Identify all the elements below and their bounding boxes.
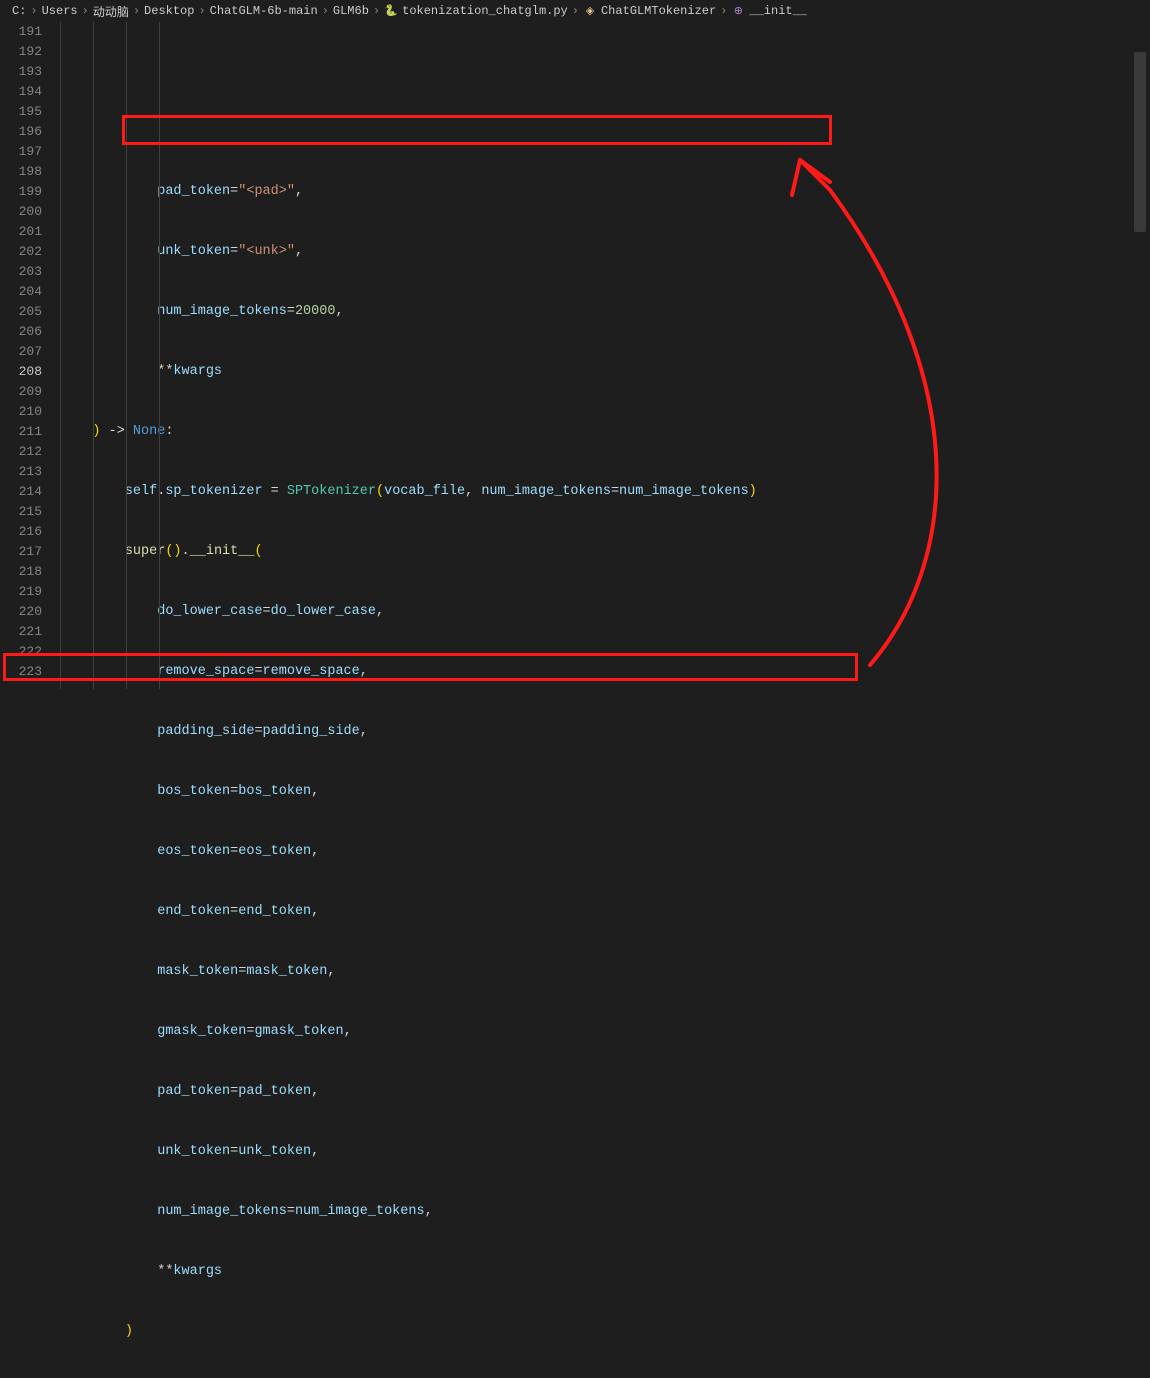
code-line[interactable]: unk_token="<unk>", xyxy=(60,242,1150,262)
crumb-proj[interactable]: ChatGLM-6b-main xyxy=(210,4,318,18)
line-number: 201 xyxy=(0,222,42,242)
crumb-desktop[interactable]: Desktop xyxy=(144,4,194,18)
code-line[interactable]: ) xyxy=(60,1322,1150,1342)
line-number: 193 xyxy=(0,62,42,82)
line-number: 215 xyxy=(0,502,42,522)
code-line[interactable]: gmask_token=gmask_token, xyxy=(60,1022,1150,1042)
code-editor[interactable]: 1911921931941951961971981992002012022032… xyxy=(0,22,1150,689)
line-number: 217 xyxy=(0,542,42,562)
line-number: 216 xyxy=(0,522,42,542)
line-number-gutter: 1911921931941951961971981992002012022032… xyxy=(0,22,60,689)
code-line[interactable]: mask_token=mask_token, xyxy=(60,962,1150,982)
indent-guide xyxy=(159,22,160,689)
line-number: 218 xyxy=(0,562,42,582)
line-number: 205 xyxy=(0,302,42,322)
code-line[interactable]: bos_token=bos_token, xyxy=(60,782,1150,802)
line-number: 207 xyxy=(0,342,42,362)
line-number: 200 xyxy=(0,202,42,222)
code-line[interactable]: pad_token="<pad>", xyxy=(60,182,1150,202)
chevron-right-icon: › xyxy=(133,4,140,18)
line-number: 210 xyxy=(0,402,42,422)
code-area[interactable]: pad_token="<pad>", unk_token="<unk>", nu… xyxy=(60,22,1150,689)
code-line[interactable]: pad_token=pad_token, xyxy=(60,1082,1150,1102)
line-number: 223 xyxy=(0,662,42,682)
class-icon: ◈ xyxy=(583,4,597,18)
line-number: 203 xyxy=(0,262,42,282)
chevron-right-icon: › xyxy=(720,4,727,18)
code-line[interactable]: eos_token=eos_token, xyxy=(60,842,1150,862)
crumb-users[interactable]: Users xyxy=(42,4,78,18)
line-number: 209 xyxy=(0,382,42,402)
line-number: 204 xyxy=(0,282,42,302)
crumb-drive[interactable]: C: xyxy=(12,4,26,18)
line-number: 196 xyxy=(0,122,42,142)
code-line[interactable]: self.sp_tokenizer = SPTokenizer(vocab_fi… xyxy=(60,482,1150,502)
chevron-right-icon: › xyxy=(198,4,205,18)
chevron-right-icon: › xyxy=(82,4,89,18)
vertical-scrollbar[interactable] xyxy=(1134,52,1146,232)
chevron-right-icon: › xyxy=(322,4,329,18)
crumb-file[interactable]: tokenization_chatglm.py xyxy=(402,4,568,18)
line-number: 191 xyxy=(0,22,42,42)
line-number: 199 xyxy=(0,182,42,202)
code-line[interactable]: do_lower_case=do_lower_case, xyxy=(60,602,1150,622)
indent-guide xyxy=(126,22,127,689)
line-number: 194 xyxy=(0,82,42,102)
code-line[interactable]: **kwargs xyxy=(60,1262,1150,1282)
chevron-right-icon: › xyxy=(572,4,579,18)
line-number: 206 xyxy=(0,322,42,342)
code-line[interactable]: remove_space=remove_space, xyxy=(60,662,1150,682)
line-number: 198 xyxy=(0,162,42,182)
line-number: 220 xyxy=(0,602,42,622)
line-number: 195 xyxy=(0,102,42,122)
code-line[interactable]: num_image_tokens=20000, xyxy=(60,302,1150,322)
line-number: 211 xyxy=(0,422,42,442)
line-number: 222 xyxy=(0,642,42,662)
line-number: 192 xyxy=(0,42,42,62)
code-line[interactable]: end_token=end_token, xyxy=(60,902,1150,922)
line-number: 219 xyxy=(0,582,42,602)
code-line[interactable]: padding_side=padding_side, xyxy=(60,722,1150,742)
crumb-fn[interactable]: __init__ xyxy=(749,4,807,18)
line-number: 214 xyxy=(0,482,42,502)
line-number: 212 xyxy=(0,442,42,462)
breadcrumb[interactable]: C: › Users › 动动脑 › Desktop › ChatGLM-6b-main… xyxy=(0,0,1150,22)
chevron-right-icon: › xyxy=(30,4,37,18)
line-number: 208 xyxy=(0,362,42,382)
code-line[interactable]: num_image_tokens=num_image_tokens, xyxy=(60,1202,1150,1222)
indent-guide xyxy=(93,22,94,689)
chevron-right-icon: › xyxy=(373,4,380,18)
indent-guide xyxy=(60,22,61,689)
python-file-icon: 🐍 xyxy=(384,4,398,18)
code-line[interactable]: super().__init__( xyxy=(60,542,1150,562)
line-number: 213 xyxy=(0,462,42,482)
crumb-folder[interactable]: GLM6b xyxy=(333,4,369,18)
crumb-user[interactable]: 动动脑 xyxy=(93,3,129,20)
line-number: 202 xyxy=(0,242,42,262)
line-number: 221 xyxy=(0,622,42,642)
code-line[interactable]: ) -> None: xyxy=(60,422,1150,442)
crumb-class[interactable]: ChatGLMTokenizer xyxy=(601,4,716,18)
code-line[interactable]: **kwargs xyxy=(60,362,1150,382)
line-number: 197 xyxy=(0,142,42,162)
code-line[interactable]: unk_token=unk_token, xyxy=(60,1142,1150,1162)
method-icon: ⊕ xyxy=(731,4,745,18)
